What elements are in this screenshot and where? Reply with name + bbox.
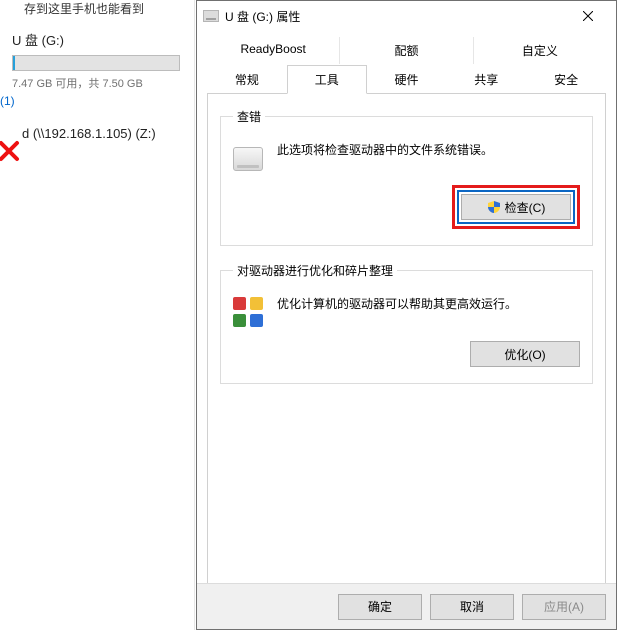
tab-quota[interactable]: 配额 [340,37,473,64]
optimize-button-label: 优化(O) [504,346,545,363]
tab-tools[interactable]: 工具 [287,65,367,94]
dialog-titlebar[interactable]: U 盘 (G:) 属性 [197,1,616,31]
focus-ring: 检查(C) [457,190,575,224]
network-drive-item[interactable]: d (\\192.168.1.105) (Z:) [22,126,156,141]
close-button[interactable] [566,2,610,30]
error-checking-group: 查错 此选项将检查驱动器中的文件系统错误。 [220,108,593,246]
tab-readyboost[interactable]: ReadyBoost [207,37,340,64]
defrag-icon [233,297,263,327]
drive-usage-text: 7.47 GB 可用，共 7.50 GB [12,75,188,91]
tab-customize[interactable]: 自定义 [474,37,606,64]
check-button[interactable]: 检查(C) [461,194,571,220]
optimize-legend: 对驱动器进行优化和碎片整理 [233,262,397,279]
hint-text: 存到这里手机也能看到 [24,0,144,17]
cancel-button[interactable]: 取消 [430,594,514,620]
dialog-title: U 盘 (G:) 属性 [225,8,566,25]
drive-icon [203,10,219,22]
tab-hardware[interactable]: 硬件 [367,65,447,94]
drive-glyph-icon [233,147,263,171]
tabs-row-upper: ReadyBoost 配额 自定义 [207,37,606,64]
dialog-footer: 确定 取消 应用(A) [197,583,616,629]
uac-shield-icon [487,200,501,214]
annotation-highlight: 检查(C) [452,185,580,229]
error-x-icon [0,140,20,165]
drive-label: U 盘 (G:) [12,30,188,49]
tab-content-tools: 查错 此选项将检查驱动器中的文件系统错误。 [207,94,606,588]
optimize-group: 对驱动器进行优化和碎片整理 优化计算机的驱动器可以帮助其更高效运行。 优化(O) [220,262,593,384]
apply-button[interactable]: 应用(A) [522,594,606,620]
error-checking-legend: 查错 [233,108,265,125]
group-count: (1) [0,94,15,108]
drive-usage-bar [12,55,180,71]
ok-button[interactable]: 确定 [338,594,422,620]
error-checking-text: 此选项将检查驱动器中的文件系统错误。 [277,139,493,158]
tabs-row-lower: 常规 工具 硬件 共享 安全 [207,64,606,94]
explorer-sidebar: 存到这里手机也能看到 U 盘 (G:) 7.47 GB 可用，共 7.50 GB… [0,0,195,630]
tab-general[interactable]: 常规 [207,65,287,94]
check-button-label: 检查(C) [505,199,546,216]
optimize-button[interactable]: 优化(O) [470,341,580,367]
tab-security[interactable]: 安全 [526,65,606,94]
properties-dialog: U 盘 (G:) 属性 ReadyBoost 配额 自定义 常规 工具 硬件 共… [196,0,617,630]
drive-item-usb[interactable]: U 盘 (G:) 7.47 GB 可用，共 7.50 GB [12,30,188,91]
optimize-text: 优化计算机的驱动器可以帮助其更高效运行。 [277,293,517,312]
tab-sharing[interactable]: 共享 [446,65,526,94]
